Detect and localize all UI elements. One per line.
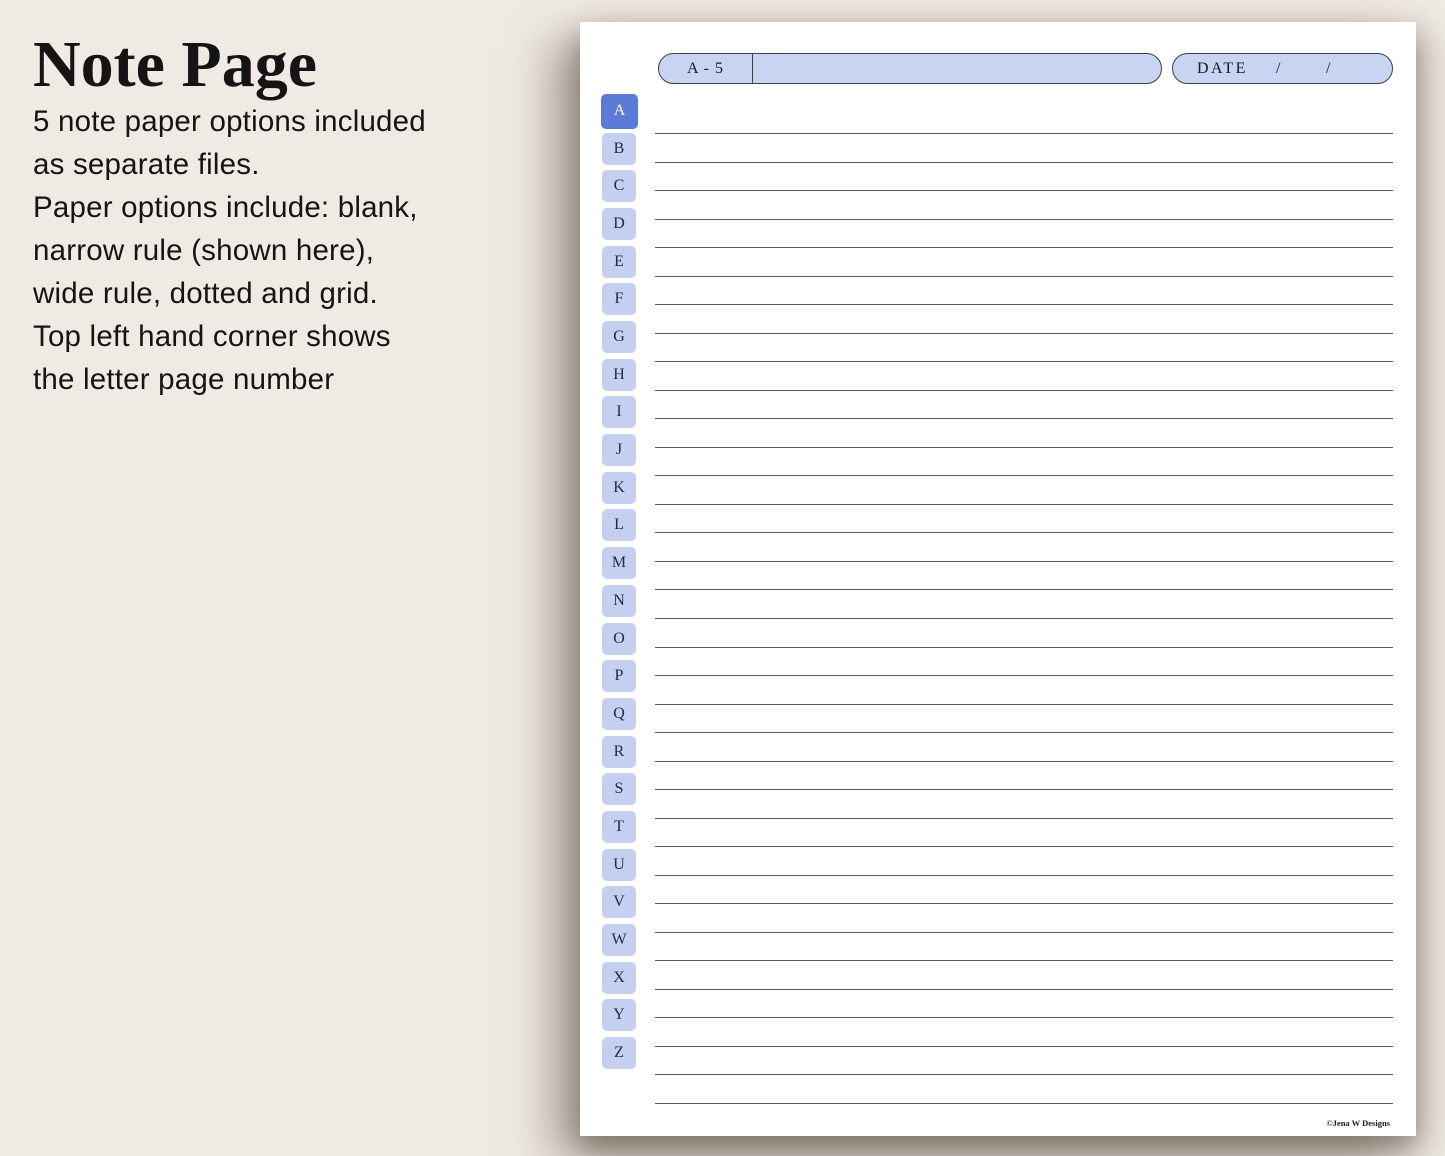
left-panel: Note Page 5 note paper options included … [33,30,533,401]
title-pill: A - 5 [658,53,1162,84]
alphabet-tab-t[interactable]: T [602,811,636,843]
date-label: DATE [1197,60,1248,78]
rule-line [655,1103,1393,1104]
alphabet-tab-k[interactable]: K [602,472,636,504]
rule-line [655,219,1393,220]
title-input-area[interactable] [753,54,1161,83]
rule-line [655,133,1393,134]
alphabet-tab-e[interactable]: E [602,246,636,278]
alphabet-tab-g[interactable]: G [602,321,636,353]
alphabet-tab-r[interactable]: R [602,736,636,768]
alphabet-tab-i[interactable]: I [602,396,636,428]
alphabet-tab-m[interactable]: M [602,547,636,579]
rule-line [655,989,1393,990]
description-paragraph: Paper options include: blank, narrow rul… [33,186,533,315]
alphabet-tab-y[interactable]: Y [602,999,636,1031]
date-pill[interactable]: DATE / / [1172,53,1393,84]
rule-line [655,1017,1393,1018]
alphabet-tab-d[interactable]: D [602,208,636,240]
description-paragraph: Top left hand corner shows the letter pa… [33,315,533,401]
rule-line [655,647,1393,648]
copyright: ©Jena W Designs [1326,1118,1390,1128]
rule-line [655,390,1393,391]
alphabet-tab-q[interactable]: Q [602,698,636,730]
alphabet-tab-a[interactable]: A [601,94,638,129]
rule-line [655,875,1393,876]
rule-line [655,789,1393,790]
rule-line [655,504,1393,505]
rule-line [655,532,1393,533]
description-paragraph: 5 note paper options included as separat… [33,100,533,186]
rule-line [655,589,1393,590]
rule-line [655,418,1393,419]
alphabet-tab-p[interactable]: P [602,660,636,692]
rule-line [655,761,1393,762]
rule-line [655,475,1393,476]
page-number-label: A - 5 [659,54,753,83]
alphabet-tab-l[interactable]: L [602,509,636,541]
rule-line [655,818,1393,819]
rule-line [655,190,1393,191]
rule-line [655,675,1393,676]
rule-line [655,162,1393,163]
rule-line [655,1074,1393,1075]
rule-line [655,732,1393,733]
alphabet-tab-o[interactable]: O [602,623,636,655]
alphabet-tab-x[interactable]: X [602,962,636,994]
alphabet-tab-u[interactable]: U [602,849,636,881]
note-page: A - 5 DATE / / ABCDEFGHIJKLMNOPQRSTUVWXY… [580,22,1416,1136]
ruled-lines [655,133,1393,1128]
rule-line [655,247,1393,248]
rule-line [655,846,1393,847]
date-slash: / [1276,54,1280,83]
alphabet-tab-j[interactable]: J [602,434,636,466]
alphabet-tabs: ABCDEFGHIJKLMNOPQRSTUVWXYZ [601,95,645,1105]
alphabet-tab-v[interactable]: V [602,886,636,918]
rule-line [655,304,1393,305]
alphabet-tab-f[interactable]: F [602,283,636,315]
rule-line [655,704,1393,705]
alphabet-tab-w[interactable]: W [602,924,636,956]
page-title: Note Page [33,30,533,100]
rule-line [655,903,1393,904]
alphabet-tab-z[interactable]: Z [602,1037,636,1069]
rule-line [655,561,1393,562]
rule-line [655,1046,1393,1047]
rule-line [655,932,1393,933]
alphabet-tab-n[interactable]: N [602,585,636,617]
rule-line [655,333,1393,334]
rule-line [655,361,1393,362]
alphabet-tab-b[interactable]: B [602,133,636,165]
date-slash: / [1326,54,1330,83]
rule-line [655,960,1393,961]
alphabet-tab-c[interactable]: C [602,170,636,202]
alphabet-tab-s[interactable]: S [602,773,636,805]
rule-line [655,447,1393,448]
alphabet-tab-h[interactable]: H [602,359,636,391]
rule-line [655,276,1393,277]
rule-line [655,618,1393,619]
